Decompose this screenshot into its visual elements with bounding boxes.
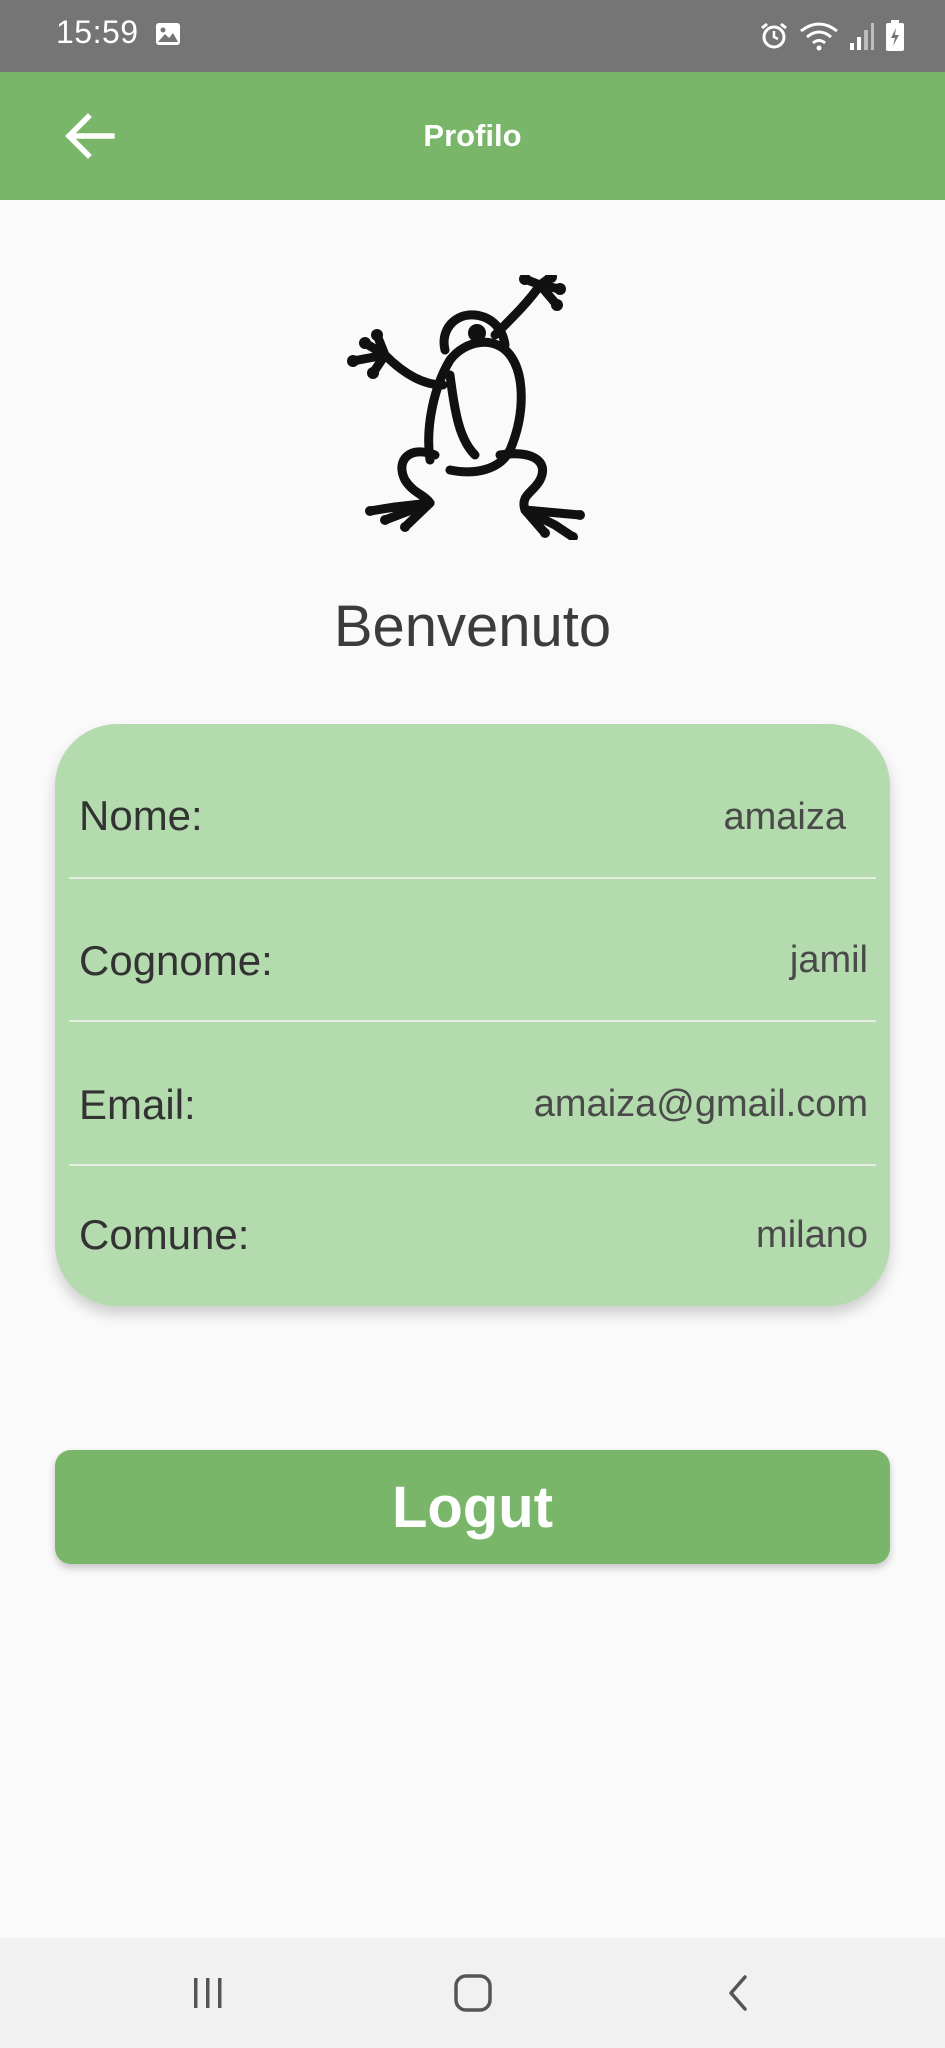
frog-icon <box>347 275 585 540</box>
cognome-label: Cognome: <box>79 937 273 984</box>
logout-button[interactable]: Logut <box>55 1450 890 1564</box>
nome-value: amaiza <box>723 796 847 838</box>
profile-row-email: Email: amaiza@gmail.com <box>69 1011 876 1154</box>
nav-back-button[interactable] <box>703 1960 773 2026</box>
back-icon <box>729 1975 747 2011</box>
wifi-icon <box>800 22 838 51</box>
welcome-heading: Benvenuto <box>333 594 612 659</box>
home-icon <box>454 1974 492 2012</box>
signal-icon <box>850 23 874 50</box>
comune-label: Comune: <box>79 1211 250 1258</box>
recent-apps-icon <box>194 1978 222 2008</box>
system-nav-bar <box>0 1938 945 2048</box>
status-bar: 15:59 <box>0 0 945 72</box>
alarm-icon <box>761 22 787 49</box>
app-bar: Profilo <box>0 72 945 200</box>
status-icons <box>759 18 905 54</box>
battery-icon <box>886 20 904 51</box>
email-label: Email: <box>79 1081 196 1128</box>
cognome-value: jamil <box>789 939 868 981</box>
profile-row-cognome: Cognome: jamil <box>69 867 876 1010</box>
profile-row-nome: Nome: amaiza <box>69 724 876 867</box>
page-title: Profilo <box>423 118 522 153</box>
status-time: 15:59 <box>56 14 139 50</box>
home-button[interactable] <box>438 1960 508 2026</box>
email-value: amaiza@gmail.com <box>533 1083 868 1125</box>
profile-card: Nome: amaiza Cognome: jamil Email: amaiz… <box>55 724 890 1306</box>
comune-value: milano <box>756 1214 868 1256</box>
profile-row-comune: Comune: milano <box>69 1154 876 1297</box>
recent-apps-button[interactable] <box>173 1960 243 2026</box>
gallery-icon <box>156 23 180 45</box>
profile-screen: 15:59 Profilo Benvenuto Nome: amaiza Cog… <box>0 0 945 2048</box>
nome-label: Nome: <box>79 792 203 839</box>
